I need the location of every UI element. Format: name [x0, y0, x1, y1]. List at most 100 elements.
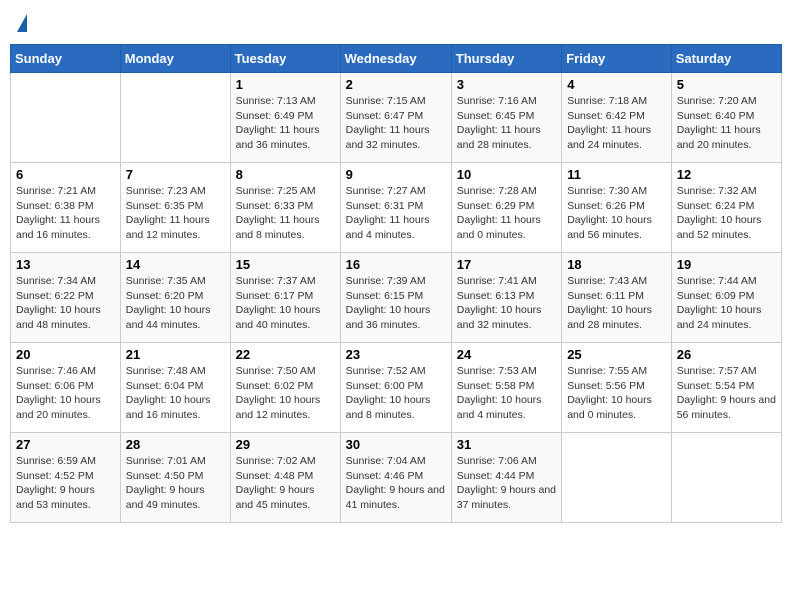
- day-cell: 6 Sunrise: 7:21 AM Sunset: 6:38 PM Daylig…: [11, 163, 121, 253]
- day-number: 14: [126, 257, 225, 272]
- day-content: Sunrise: 7:39 AM Sunset: 6:15 PM Dayligh…: [346, 274, 446, 333]
- day-number: 11: [567, 167, 666, 182]
- day-number: 3: [457, 77, 556, 92]
- logo-triangle-icon: [17, 14, 27, 32]
- day-cell: 24 Sunrise: 7:53 AM Sunset: 5:58 PM Dayli…: [451, 343, 561, 433]
- day-cell: 29Sunrise: 7:02 AM Sunset: 4:48 PM Dayli…: [230, 433, 340, 523]
- day-cell: 23 Sunrise: 7:52 AM Sunset: 6:00 PM Dayli…: [340, 343, 451, 433]
- day-cell: 13 Sunrise: 7:34 AM Sunset: 6:22 PM Dayli…: [11, 253, 121, 343]
- day-cell: 5 Sunrise: 7:20 AM Sunset: 6:40 PM Daylig…: [671, 73, 781, 163]
- day-number: 12: [677, 167, 776, 182]
- logo: [16, 14, 27, 32]
- header-cell-friday: Friday: [562, 45, 672, 73]
- day-content: Sunrise: 7:13 AM Sunset: 6:49 PM Dayligh…: [236, 94, 335, 153]
- week-row-1: 1 Sunrise: 7:13 AM Sunset: 6:49 PM Daylig…: [11, 73, 782, 163]
- day-number: 20: [16, 347, 115, 362]
- day-number: 4: [567, 77, 666, 92]
- day-cell: 19 Sunrise: 7:44 AM Sunset: 6:09 PM Dayli…: [671, 253, 781, 343]
- day-content: Sunrise: 7:04 AM Sunset: 4:46 PM Dayligh…: [346, 454, 446, 513]
- day-content: Sunrise: 7:48 AM Sunset: 6:04 PM Dayligh…: [126, 364, 225, 423]
- day-content: Sunrise: 7:15 AM Sunset: 6:47 PM Dayligh…: [346, 94, 446, 153]
- day-content: Sunrise: 7:20 AM Sunset: 6:40 PM Dayligh…: [677, 94, 776, 153]
- day-content: Sunrise: 7:21 AM Sunset: 6:38 PM Dayligh…: [16, 184, 115, 243]
- day-content: Sunrise: 7:44 AM Sunset: 6:09 PM Dayligh…: [677, 274, 776, 333]
- day-content: Sunrise: 7:06 AM Sunset: 4:44 PM Dayligh…: [457, 454, 556, 513]
- day-number: 5: [677, 77, 776, 92]
- day-number: 13: [16, 257, 115, 272]
- day-number: 25: [567, 347, 666, 362]
- header-cell-tuesday: Tuesday: [230, 45, 340, 73]
- day-cell: 20 Sunrise: 7:46 AM Sunset: 6:06 PM Dayli…: [11, 343, 121, 433]
- header-cell-sunday: Sunday: [11, 45, 121, 73]
- day-cell: 17 Sunrise: 7:41 AM Sunset: 6:13 PM Dayli…: [451, 253, 561, 343]
- day-content: Sunrise: 7:23 AM Sunset: 6:35 PM Dayligh…: [126, 184, 225, 243]
- day-cell: 26 Sunrise: 7:57 AM Sunset: 5:54 PM Dayli…: [671, 343, 781, 433]
- header-cell-monday: Monday: [120, 45, 230, 73]
- day-number: 1: [236, 77, 335, 92]
- day-cell: [11, 73, 121, 163]
- day-content: Sunrise: 7:25 AM Sunset: 6:33 PM Dayligh…: [236, 184, 335, 243]
- day-number: 16: [346, 257, 446, 272]
- day-number: 17: [457, 257, 556, 272]
- day-number: 18: [567, 257, 666, 272]
- day-cell: 8 Sunrise: 7:25 AM Sunset: 6:33 PM Daylig…: [230, 163, 340, 253]
- day-cell: [671, 433, 781, 523]
- day-number: 26: [677, 347, 776, 362]
- day-cell: 4Sunrise: 7:18 AM Sunset: 6:42 PM Daylig…: [562, 73, 672, 163]
- day-cell: 12Sunrise: 7:32 AM Sunset: 6:24 PM Dayli…: [671, 163, 781, 253]
- day-content: Sunrise: 7:46 AM Sunset: 6:06 PM Dayligh…: [16, 364, 115, 423]
- page-header: [10, 10, 782, 36]
- day-cell: [562, 433, 672, 523]
- day-content: Sunrise: 7:41 AM Sunset: 6:13 PM Dayligh…: [457, 274, 556, 333]
- week-row-3: 13 Sunrise: 7:34 AM Sunset: 6:22 PM Dayli…: [11, 253, 782, 343]
- calendar-body: 1 Sunrise: 7:13 AM Sunset: 6:49 PM Daylig…: [11, 73, 782, 523]
- day-content: Sunrise: 7:57 AM Sunset: 5:54 PM Dayligh…: [677, 364, 776, 423]
- day-number: 23: [346, 347, 446, 362]
- day-cell: 9 Sunrise: 7:27 AM Sunset: 6:31 PM Daylig…: [340, 163, 451, 253]
- header-cell-saturday: Saturday: [671, 45, 781, 73]
- day-number: 31: [457, 437, 556, 452]
- day-cell: 15 Sunrise: 7:37 AM Sunset: 6:17 PM Dayli…: [230, 253, 340, 343]
- week-row-4: 20 Sunrise: 7:46 AM Sunset: 6:06 PM Dayli…: [11, 343, 782, 433]
- header-cell-thursday: Thursday: [451, 45, 561, 73]
- day-cell: 18Sunrise: 7:43 AM Sunset: 6:11 PM Dayli…: [562, 253, 672, 343]
- day-cell: 30 Sunrise: 7:04 AM Sunset: 4:46 PM Dayli…: [340, 433, 451, 523]
- day-content: Sunrise: 7:34 AM Sunset: 6:22 PM Dayligh…: [16, 274, 115, 333]
- day-cell: 14 Sunrise: 7:35 AM Sunset: 6:20 PM Dayli…: [120, 253, 230, 343]
- day-number: 15: [236, 257, 335, 272]
- day-cell: 1 Sunrise: 7:13 AM Sunset: 6:49 PM Daylig…: [230, 73, 340, 163]
- day-number: 2: [346, 77, 446, 92]
- day-content: Sunrise: 7:37 AM Sunset: 6:17 PM Dayligh…: [236, 274, 335, 333]
- day-number: 22: [236, 347, 335, 362]
- day-content: Sunrise: 7:52 AM Sunset: 6:00 PM Dayligh…: [346, 364, 446, 423]
- day-number: 29: [236, 437, 335, 452]
- day-cell: 10Sunrise: 7:28 AM Sunset: 6:29 PM Dayli…: [451, 163, 561, 253]
- day-content: Sunrise: 7:53 AM Sunset: 5:58 PM Dayligh…: [457, 364, 556, 423]
- day-cell: 31 Sunrise: 7:06 AM Sunset: 4:44 PM Dayli…: [451, 433, 561, 523]
- header-row: SundayMondayTuesdayWednesdayThursdayFrid…: [11, 45, 782, 73]
- day-number: 27: [16, 437, 115, 452]
- day-cell: 28Sunrise: 7:01 AM Sunset: 4:50 PM Dayli…: [120, 433, 230, 523]
- calendar-table: SundayMondayTuesdayWednesdayThursdayFrid…: [10, 44, 782, 523]
- day-content: Sunrise: 7:55 AM Sunset: 5:56 PM Dayligh…: [567, 364, 666, 423]
- header-cell-wednesday: Wednesday: [340, 45, 451, 73]
- day-number: 9: [346, 167, 446, 182]
- week-row-5: 27Sunrise: 6:59 AM Sunset: 4:52 PM Dayli…: [11, 433, 782, 523]
- week-row-2: 6 Sunrise: 7:21 AM Sunset: 6:38 PM Daylig…: [11, 163, 782, 253]
- day-number: 19: [677, 257, 776, 272]
- day-number: 7: [126, 167, 225, 182]
- day-number: 21: [126, 347, 225, 362]
- day-cell: 22Sunrise: 7:50 AM Sunset: 6:02 PM Dayli…: [230, 343, 340, 433]
- day-number: 8: [236, 167, 335, 182]
- day-content: Sunrise: 7:35 AM Sunset: 6:20 PM Dayligh…: [126, 274, 225, 333]
- day-content: Sunrise: 7:28 AM Sunset: 6:29 PM Dayligh…: [457, 184, 556, 243]
- calendar-header: SundayMondayTuesdayWednesdayThursdayFrid…: [11, 45, 782, 73]
- day-number: 24: [457, 347, 556, 362]
- day-content: Sunrise: 7:27 AM Sunset: 6:31 PM Dayligh…: [346, 184, 446, 243]
- day-cell: [120, 73, 230, 163]
- day-cell: 3Sunrise: 7:16 AM Sunset: 6:45 PM Daylig…: [451, 73, 561, 163]
- day-number: 6: [16, 167, 115, 182]
- day-number: 30: [346, 437, 446, 452]
- day-content: Sunrise: 7:01 AM Sunset: 4:50 PM Dayligh…: [126, 454, 225, 513]
- day-content: Sunrise: 7:30 AM Sunset: 6:26 PM Dayligh…: [567, 184, 666, 243]
